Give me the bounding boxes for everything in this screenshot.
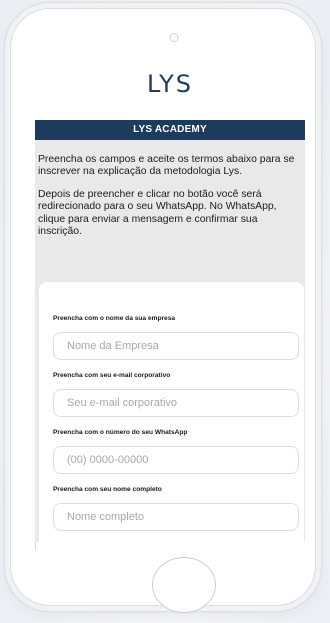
full-name-input[interactable] xyxy=(53,503,299,531)
email-input[interactable] xyxy=(53,389,299,417)
phone-screen: LYS LYS ACADEMY Preencha os campos e ace… xyxy=(35,62,305,542)
front-camera-icon xyxy=(169,33,179,42)
whatsapp-label: Preencha com o número do seu WhatsApp xyxy=(53,429,188,436)
lys-logo: LYS xyxy=(146,70,194,98)
intro-paragraph-whatsapp: Depois de preencher e clicar no botão vo… xyxy=(38,188,277,238)
page-background: LYS LYS ACADEMY Preencha os campos e ace… xyxy=(0,0,330,623)
whatsapp-input[interactable] xyxy=(53,446,299,474)
intro-paragraph-instructions: Preencha os campos e aceite os termos ab… xyxy=(38,154,295,178)
full-name-label: Preencha com seu nome completo xyxy=(53,486,162,493)
signup-form: Preencha com o nome da sua empresa Preen… xyxy=(39,282,304,542)
home-button[interactable] xyxy=(152,557,216,613)
email-label: Preencha com seu e-mail corporativo xyxy=(53,372,171,379)
academy-banner: LYS ACADEMY xyxy=(35,120,305,140)
company-name-label: Preencha com o nome da sua empresa xyxy=(53,315,176,322)
company-name-input[interactable] xyxy=(53,332,299,360)
